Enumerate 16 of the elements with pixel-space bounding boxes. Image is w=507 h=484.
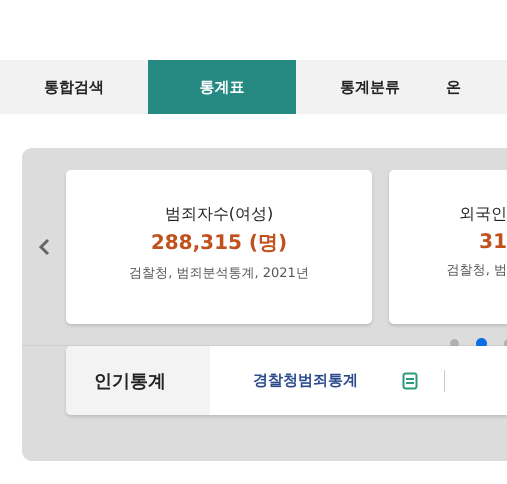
card-source: 검찰청, 범죄분석통계, 2021년 (129, 265, 309, 282)
tab[interactable]: 온 (444, 60, 484, 114)
tab[interactable]: 통계분류 (296, 60, 444, 114)
card-source: 검찰청, 범 (446, 262, 507, 279)
card-value: 288,315 (명) (150, 229, 288, 256)
tab[interactable]: 통계표 (148, 60, 296, 114)
tab[interactable]: 통합검색 (0, 60, 148, 114)
popular-link[interactable]: 경찰청범죄통계 (253, 371, 358, 390)
stat-card[interactable]: 범죄자수(여성) 288,315 (명) 검찰청, 범죄분석통계, 2021년 (66, 170, 372, 324)
card-title: 범죄자수(여성) (164, 204, 274, 225)
chevron-left-icon (38, 238, 50, 256)
card-value: 31 (479, 229, 507, 253)
card-title: 외국인 (459, 204, 507, 225)
document-icon (402, 372, 418, 390)
stat-card[interactable]: 외국인 31 검찰청, 범 (389, 170, 507, 324)
popular-label: 인기통계 (66, 346, 210, 415)
